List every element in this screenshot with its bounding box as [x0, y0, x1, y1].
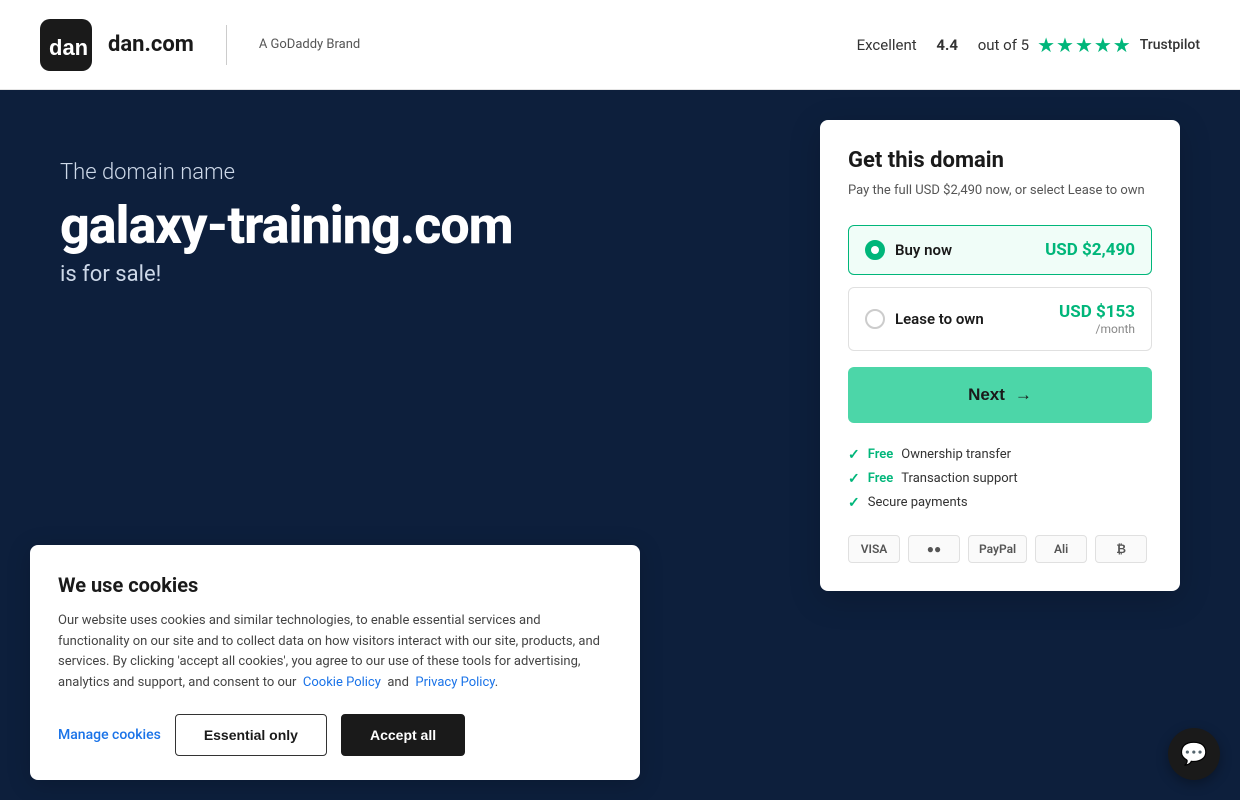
cookie-period: .	[495, 675, 498, 690]
logo-divider	[226, 25, 227, 65]
lease-price-value: USD $153	[1059, 302, 1135, 322]
svg-text:dan: dan	[49, 35, 88, 60]
chat-icon: 💬	[1180, 742, 1207, 767]
payment-icons: VISA ●● PayPal Ali ₿	[848, 535, 1152, 563]
next-button[interactable]: Next →	[848, 367, 1152, 423]
check-icon-3: ✓	[848, 495, 860, 511]
trustpilot-area: Excellent 4.4 out of 5 ★★★★★ Trustpilot	[857, 33, 1200, 57]
lease-option[interactable]: Lease to own USD $153 /month	[848, 287, 1152, 351]
privacy-policy-link[interactable]: Privacy Policy	[415, 675, 494, 690]
payment-mc: ●●	[908, 535, 960, 563]
buy-now-price-value: USD $2,490	[1045, 240, 1135, 260]
feature-item: ✓ Free Transaction support	[848, 467, 1152, 491]
hero-subtitle: The domain name	[60, 160, 513, 185]
card-title: Get this domain	[848, 148, 1152, 173]
buy-now-radio	[865, 240, 885, 260]
buy-now-option[interactable]: Buy now USD $2,490	[848, 225, 1152, 275]
next-arrow-icon: →	[1015, 385, 1032, 405]
check-icon-2: ✓	[848, 471, 860, 487]
cookie-body: Our website uses cookies and similar tec…	[58, 611, 612, 694]
header: dan dan.com A GoDaddy Brand Excellent 4.…	[0, 0, 1240, 90]
trustpilot-suffix: out of 5	[978, 36, 1029, 54]
check-icon-1: ✓	[848, 447, 860, 463]
accept-all-button[interactable]: Accept all	[341, 714, 465, 756]
lease-label: Lease to own	[895, 310, 984, 328]
lease-price: USD $153 /month	[1059, 302, 1135, 336]
buy-now-price: USD $2,490	[1045, 240, 1135, 260]
lease-radio	[865, 309, 885, 329]
cookie-banner: We use cookies Our website uses cookies …	[30, 545, 640, 780]
chat-button[interactable]: 💬	[1168, 728, 1220, 780]
hero-sale: is for sale!	[60, 262, 513, 287]
hero-text-block: The domain name galaxy-training.com is f…	[60, 160, 513, 287]
cookie-title: We use cookies	[58, 573, 612, 597]
feature-item: ✓ Free Ownership transfer	[848, 443, 1152, 467]
next-button-label: Next	[968, 385, 1005, 405]
dan-logo-icon: dan	[40, 19, 92, 71]
features-list: ✓ Free Ownership transfer ✓ Free Transac…	[848, 443, 1152, 515]
feature-text-2: Transaction support	[901, 471, 1017, 486]
buy-now-left: Buy now	[865, 240, 952, 260]
feature-free-1: Free	[868, 447, 894, 462]
card-subtitle: Pay the full USD $2,490 now, or select L…	[848, 181, 1152, 201]
trustpilot-label: Trustpilot	[1140, 37, 1200, 53]
lease-left: Lease to own	[865, 309, 984, 329]
buy-now-label: Buy now	[895, 241, 952, 259]
cookie-actions: Manage cookies Essential only Accept all	[58, 714, 612, 756]
payment-paypal: PayPal	[968, 535, 1027, 563]
brand-label: A GoDaddy Brand	[259, 37, 360, 52]
feature-text-1: Ownership transfer	[901, 447, 1011, 462]
hero-domain: galaxy-training.com	[60, 197, 513, 254]
feature-free-2: Free	[868, 471, 894, 486]
cookie-policy-link[interactable]: Cookie Policy	[303, 675, 381, 690]
logo-text: dan.com	[108, 32, 194, 57]
logo-area: dan dan.com A GoDaddy Brand	[40, 19, 360, 71]
domain-card: Get this domain Pay the full USD $2,490 …	[820, 120, 1180, 591]
feature-text-3: Secure payments	[868, 495, 968, 510]
trustpilot-stars-icon: ★★★★★	[1037, 33, 1132, 57]
payment-visa: VISA	[848, 535, 900, 563]
feature-item: ✓ Secure payments	[848, 491, 1152, 515]
essential-only-button[interactable]: Essential only	[175, 714, 327, 756]
cookie-and-text: and	[387, 675, 409, 690]
manage-cookies-link[interactable]: Manage cookies	[58, 727, 161, 743]
trustpilot-score: 4.4	[936, 36, 958, 54]
payment-alipay: Ali	[1035, 535, 1087, 563]
payment-btc: ₿	[1095, 535, 1147, 563]
hero-section: The domain name galaxy-training.com is f…	[0, 90, 1240, 800]
lease-price-sub: /month	[1059, 322, 1135, 336]
trustpilot-prefix: Excellent	[857, 36, 917, 54]
